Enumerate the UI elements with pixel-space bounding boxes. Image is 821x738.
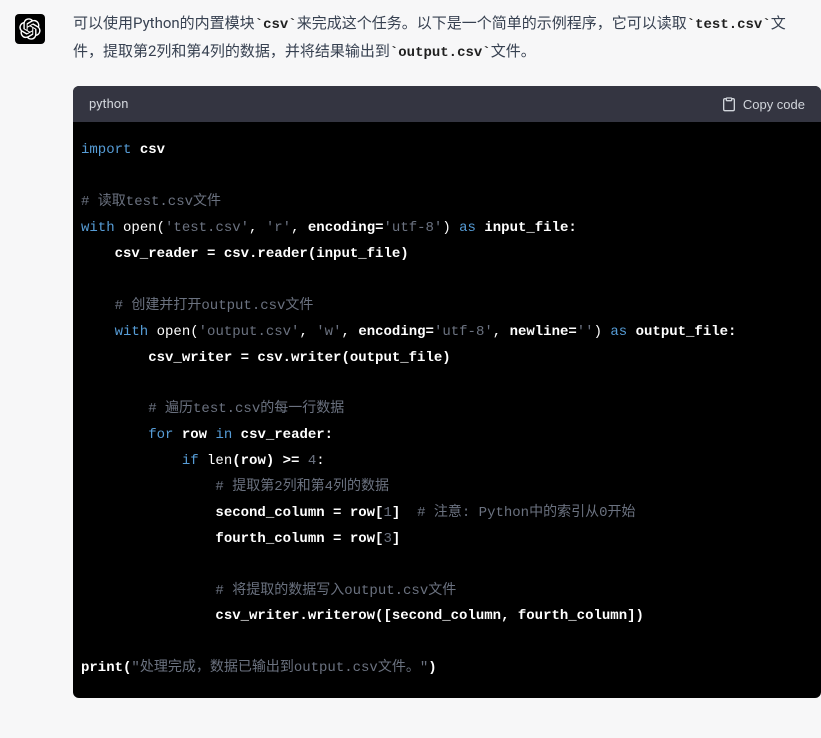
inline-code-testcsv: `test.csv` — [687, 17, 771, 33]
openai-logo-icon — [19, 18, 41, 40]
assistant-avatar — [15, 14, 45, 44]
copy-code-label: Copy code — [743, 97, 805, 112]
intro-text-2: 来完成这个任务。以下是一个简单的示例程序，它可以读取 — [297, 14, 687, 32]
intro-paragraph: 可以使用Python的内置模块`csv`来完成这个任务。以下是一个简单的示例程序… — [73, 10, 821, 66]
code-content: import csv # 读取test.csv文件 with open('tes… — [73, 122, 821, 698]
code-header: python Copy code — [73, 86, 821, 122]
language-label: python — [89, 97, 128, 112]
copy-code-button[interactable]: Copy code — [721, 96, 805, 112]
clipboard-icon — [721, 96, 737, 112]
intro-text-4: 文件。 — [491, 42, 536, 60]
intro-text-1: 可以使用Python的内置模块 — [73, 14, 255, 32]
inline-code-csv: `csv` — [255, 17, 297, 33]
code-block: python Copy code import csv # 读取test.csv… — [73, 86, 821, 698]
inline-code-outputcsv: `output.csv` — [390, 45, 491, 61]
